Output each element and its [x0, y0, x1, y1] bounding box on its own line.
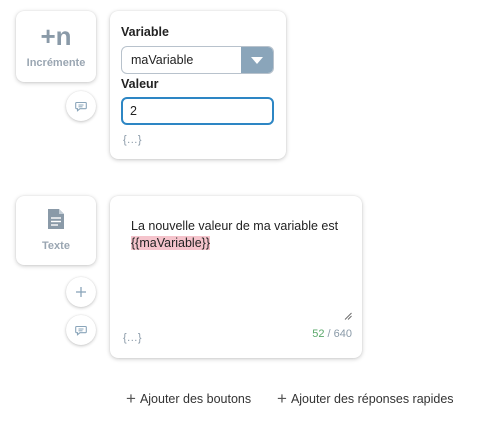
- variable-label: Variable: [121, 25, 169, 39]
- select-arrow-button[interactable]: [241, 47, 273, 73]
- add-buttons-label: Ajouter des boutons: [139, 392, 252, 406]
- message-textarea[interactable]: La nouvelle valeur de ma variable est {{…: [131, 218, 351, 252]
- text-editor-card[interactable]: La nouvelle valeur de ma variable est {{…: [110, 196, 362, 358]
- variable-select[interactable]: maVariable: [121, 46, 274, 74]
- message-text: La nouvelle valeur de ma variable est: [131, 219, 339, 233]
- document-icon: [48, 209, 64, 229]
- plus-icon: [76, 287, 86, 297]
- increment-block-card[interactable]: +n Incrémente: [16, 11, 96, 82]
- resize-handle-icon[interactable]: [344, 312, 352, 320]
- comment-button-increment[interactable]: [66, 91, 96, 121]
- increment-icon: +n: [40, 21, 72, 51]
- value-input-text: 2: [130, 104, 137, 118]
- variables-link[interactable]: {...}: [123, 134, 142, 146]
- value-label: Valeur: [121, 77, 159, 91]
- char-count-separator: /: [324, 328, 334, 340]
- plus-icon: +: [277, 389, 287, 408]
- add-buttons-link[interactable]: + Ajouter des boutons: [126, 389, 252, 408]
- value-input[interactable]: 2: [121, 97, 274, 125]
- char-count-max: 640: [333, 328, 352, 340]
- add-quick-replies-label: Ajouter des réponses rapides: [290, 392, 454, 406]
- char-count-current: 52: [312, 328, 325, 340]
- increment-block-label: Incrémente: [26, 57, 86, 69]
- add-block-button[interactable]: [66, 277, 96, 307]
- character-counter: 52 / 640: [312, 328, 352, 340]
- variable-select-value: maVariable: [131, 53, 194, 67]
- plus-icon: +: [126, 389, 136, 408]
- variables-link[interactable]: {...}: [123, 332, 142, 344]
- variable-token: {{maVariable}}: [131, 236, 210, 250]
- text-block-card[interactable]: Texte: [16, 196, 96, 265]
- text-block-label: Texte: [42, 240, 70, 252]
- chevron-down-icon: [251, 56, 263, 64]
- increment-editor-card: Variable maVariable Valeur 2 {...}: [110, 11, 286, 159]
- flow-editor-canvas: +n Incrémente Variable maVariable Valeur…: [0, 0, 480, 433]
- comment-icon: [75, 101, 87, 112]
- comment-button-text[interactable]: [66, 315, 96, 345]
- comment-icon: [75, 325, 87, 336]
- add-quick-replies-link[interactable]: + Ajouter des réponses rapides: [277, 389, 454, 408]
